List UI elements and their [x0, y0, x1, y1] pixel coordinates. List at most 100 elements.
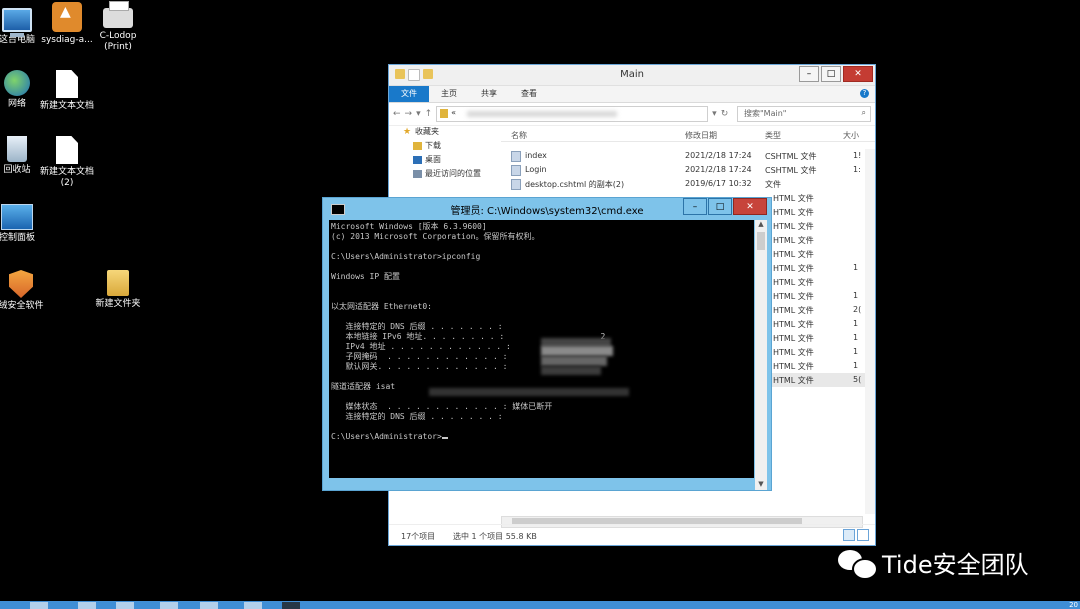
console-line: IPv4 地址 . . . . . . . . . . . . : — [331, 342, 511, 351]
cmd-taskbar-icon[interactable] — [282, 602, 300, 609]
computer-icon — [2, 8, 32, 37]
taskbar: 20 — [0, 601, 1080, 609]
back-arrow-icon[interactable]: ← — [393, 109, 401, 119]
column-type[interactable]: 类型 — [765, 130, 781, 141]
file-size: 1! — [853, 151, 862, 160]
file-type: HTML 文件 — [773, 208, 814, 217]
star-icon: ★ — [403, 127, 412, 137]
close-button[interactable]: ✕ — [843, 66, 873, 82]
scrollbar-thumb[interactable] — [757, 232, 765, 250]
nav-downloads[interactable]: 下载 — [389, 139, 501, 153]
file-type: HTML 文件 — [773, 362, 814, 371]
scroll-down-icon[interactable]: ▼ — [755, 480, 767, 490]
maximize-button[interactable]: □ — [821, 66, 841, 82]
explorer-titlebar[interactable]: Main – □ ✕ — [389, 65, 875, 86]
console-line: Windows IP 配置 — [331, 272, 400, 281]
column-size[interactable]: 大小 — [843, 130, 859, 141]
console-line: (c) 2013 Microsoft Corporation。保留所有权利。 — [331, 232, 540, 241]
console-line: 媒体状态 . . . . . . . . . . . . : 媒体已断开 — [331, 402, 553, 411]
file-row[interactable]: index 2021/2/18 17:24 CSHTML 文件 1! — [501, 149, 875, 163]
file-icon — [511, 179, 521, 190]
clock[interactable]: 20 — [1069, 601, 1078, 609]
desktop-icon-text-document[interactable]: 新建文本文档 — [32, 70, 102, 112]
cmd-titlebar[interactable]: 管理员: C:\Windows\system32\cmd.exe – □ ✕ — [323, 198, 771, 218]
nav-recent[interactable]: 最近访问的位置 — [389, 167, 501, 181]
file-type: HTML 文件 — [773, 250, 814, 259]
start-icon[interactable] — [30, 602, 48, 609]
file-size: 1: — [853, 165, 861, 174]
refresh-icon[interactable]: ↻ — [721, 109, 729, 119]
file-date: 2019/6/17 10:32 — [685, 179, 752, 188]
help-icon[interactable]: ? — [860, 89, 869, 98]
redacted-path — [467, 111, 618, 117]
taskbar-item[interactable] — [244, 602, 262, 609]
view-buttons — [843, 529, 869, 541]
file-type: HTML 文件 — [773, 264, 814, 273]
search-input[interactable]: 搜索"Main" ⌕ — [737, 106, 871, 122]
tab-share[interactable]: 共享 — [469, 86, 509, 102]
nav-desktop[interactable]: 桌面 — [389, 153, 501, 167]
column-name[interactable]: 名称 — [511, 130, 527, 141]
file-type: HTML 文件 — [773, 334, 814, 343]
console-line: C:\Users\Administrator>ipconfig — [331, 252, 481, 261]
watermark-text: Tide安全团队 — [882, 551, 1029, 579]
console-line: 以太网适配器 Ethernet0: — [331, 302, 432, 311]
file-type: HTML 文件 — [773, 348, 814, 357]
file-type: HTML 文件 — [773, 376, 814, 385]
item-count: 17个项目 — [401, 532, 436, 541]
scroll-up-icon[interactable]: ▲ — [755, 220, 767, 230]
up-arrow-icon[interactable]: ↑ — [425, 109, 433, 119]
minimize-button[interactable]: – — [799, 66, 819, 82]
tab-view[interactable]: 查看 — [509, 86, 549, 102]
minimize-button[interactable]: – — [683, 198, 707, 215]
console-line: 默认网关. . . . . . . . . . . . . : — [331, 362, 508, 371]
redacted-gateway — [541, 366, 601, 375]
nav-favorites[interactable]: ★ 收藏夹 — [389, 125, 501, 139]
file-row[interactable]: Login 2021/2/18 17:24 CSHTML 文件 1: — [501, 163, 875, 177]
forward-arrow-icon[interactable]: → — [405, 109, 413, 119]
vertical-scrollbar[interactable] — [865, 149, 875, 514]
address-bar[interactable]: « — [436, 106, 709, 122]
explorer-window-buttons: – □ ✕ — [799, 66, 873, 82]
column-date[interactable]: 修改日期 — [685, 130, 717, 141]
installer-icon — [52, 2, 82, 32]
cmd-window: 管理员: C:\Windows\system32\cmd.exe – □ ✕ C… — [322, 197, 772, 491]
console-line: 子网掩码 . . . . . . . . . . . . : — [331, 352, 508, 361]
file-name: desktop.cshtml 的副本(2) — [525, 180, 625, 189]
large-icons-view-icon[interactable] — [857, 529, 869, 541]
desktop-icon-c-lodop[interactable]: C-Lodop (Print) — [83, 1, 153, 53]
tab-home[interactable]: 主页 — [429, 86, 469, 102]
file-icon — [511, 151, 521, 162]
close-button[interactable]: ✕ — [733, 198, 767, 215]
maximize-button[interactable]: □ — [708, 198, 732, 215]
desktop-icon-new-folder[interactable]: 新建文件夹 — [83, 270, 153, 310]
console-output[interactable]: C:\Users\Administrator> 连接特定的 DNS 后缀 . .… — [329, 220, 754, 478]
desktop-icon-control-panel[interactable]: 控制面板 — [0, 204, 52, 244]
cmd-scrollbar[interactable]: ▲ ▼ — [755, 220, 767, 490]
taskbar-item[interactable] — [160, 602, 178, 609]
search-icon: ⌕ — [861, 108, 866, 117]
file-type: HTML 文件 — [773, 236, 814, 245]
redacted-adapter-name — [429, 388, 629, 396]
taskbar-item[interactable] — [78, 602, 96, 609]
console-line: 连接特定的 DNS 后缀 . . . . . . . : — [331, 412, 503, 421]
recent-places-icon — [413, 170, 422, 178]
chevron-down-icon[interactable]: ▾ — [416, 109, 421, 119]
browser-taskbar-icon[interactable] — [200, 602, 218, 609]
file-type: HTML 文件 — [773, 194, 814, 203]
file-row[interactable]: desktop.cshtml 的副本(2) 2019/6/17 10:32 文件 — [501, 177, 875, 191]
download-folder-icon — [413, 142, 422, 150]
dropdown-icon[interactable]: ▾ — [712, 109, 717, 119]
redacted-ipv4 — [541, 346, 613, 356]
explorer-taskbar-icon[interactable] — [116, 602, 134, 609]
status-bar: 17个项目 选中 1 个项目 55.8 KB — [389, 524, 875, 545]
tab-file[interactable]: 文件 — [389, 86, 429, 102]
recycle-bin-icon — [7, 136, 27, 162]
file-date: 2021/2/18 17:24 — [685, 165, 752, 174]
file-date: 2021/2/18 17:24 — [685, 151, 752, 160]
console-line: 隧道适配器 isat — [331, 382, 396, 391]
details-view-icon[interactable] — [843, 529, 855, 541]
file-name: Login — [525, 165, 547, 174]
desktop-icon-text-document-2[interactable]: 新建文本文档 (2) — [32, 136, 102, 189]
desktop-icon-security-software[interactable]: 绒安全软件 — [0, 270, 56, 312]
